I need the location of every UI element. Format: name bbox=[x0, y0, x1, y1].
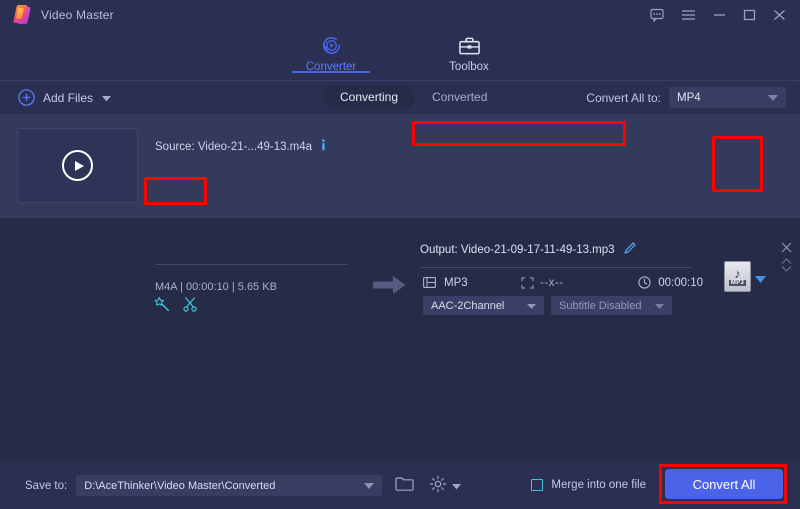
subtitle-value: Subtitle Disabled bbox=[559, 299, 642, 312]
chevron-down-icon[interactable] bbox=[452, 479, 462, 493]
output-block: Output: Video-21-09-17-11-49-13.mp3 bbox=[420, 241, 637, 258]
save-to-group: Save to: D:\AceThinker\Video Master\Conv… bbox=[25, 475, 462, 496]
output-format-row: MP3 --x-- 00:00:10 bbox=[423, 276, 703, 289]
toolbox-icon bbox=[458, 34, 481, 57]
chevron-down-icon[interactable] bbox=[102, 91, 112, 105]
source-edit-tools bbox=[149, 294, 209, 317]
output-resolution-value: --x-- bbox=[540, 276, 564, 289]
chevron-down-icon bbox=[645, 300, 664, 312]
app-window: Video Master Converter Toolbox Add Files… bbox=[0, 0, 800, 509]
output-format-badge-label: MP3 bbox=[728, 279, 747, 286]
converter-icon bbox=[320, 34, 343, 57]
title-bar: Video Master bbox=[0, 0, 800, 30]
merge-into-one-file-option[interactable]: Merge into one file bbox=[531, 479, 646, 491]
convert-all-to-label: Convert All to: bbox=[586, 90, 661, 105]
chevron-down-icon bbox=[517, 300, 536, 312]
segment-converted[interactable]: Converted bbox=[415, 85, 504, 109]
music-note-icon: ♪ bbox=[734, 265, 741, 281]
save-to-path-input[interactable]: D:\AceThinker\Video Master\Converted bbox=[76, 475, 383, 496]
source-block: Source: Video-21-...49-13.m4a bbox=[155, 139, 355, 154]
feedback-icon[interactable] bbox=[650, 8, 664, 23]
toolbar: Add Files Converting Converted Convert A… bbox=[0, 81, 800, 114]
convert-all-to: Convert All to: MP4 bbox=[586, 87, 786, 108]
resolution-icon bbox=[521, 276, 534, 289]
menu-icon[interactable] bbox=[681, 9, 696, 21]
source-meta: M4A | 00:00:10 | 5.65 KB bbox=[155, 281, 277, 293]
magic-edit-icon[interactable] bbox=[154, 296, 170, 315]
output-duration-value: 00:00:10 bbox=[658, 276, 703, 289]
remove-file-icon[interactable] bbox=[781, 242, 792, 256]
play-icon[interactable] bbox=[62, 150, 93, 181]
minimize-icon[interactable] bbox=[713, 9, 726, 21]
gear-icon[interactable] bbox=[429, 475, 447, 496]
output-format-badge-button[interactable]: ♪ MP3 bbox=[724, 261, 751, 292]
window-controls bbox=[650, 8, 786, 23]
tab-toolbox[interactable]: Toolbox bbox=[421, 30, 517, 73]
tab-toolbox-label: Toolbox bbox=[449, 61, 489, 73]
merge-label: Merge into one file bbox=[551, 479, 646, 491]
source-divider bbox=[155, 264, 347, 265]
segment-converting[interactable]: Converting bbox=[323, 85, 416, 109]
trim-scissors-icon[interactable] bbox=[182, 296, 198, 315]
add-files-label: Add Files bbox=[43, 90, 94, 105]
clock-icon bbox=[638, 276, 651, 289]
app-title: Video Master bbox=[41, 8, 114, 22]
output-filename: Output: Video-21-09-17-11-49-13.mp3 bbox=[420, 243, 615, 256]
maximize-icon[interactable] bbox=[743, 9, 756, 21]
audio-channel-select[interactable]: AAC-2Channel bbox=[423, 296, 544, 315]
conversion-arrow-icon bbox=[373, 275, 406, 298]
tab-converter-label: Converter bbox=[305, 61, 357, 73]
expand-collapse-icon[interactable] bbox=[781, 258, 792, 275]
output-divider bbox=[421, 267, 691, 268]
add-files-button[interactable]: Add Files bbox=[18, 89, 112, 106]
merge-checkbox[interactable] bbox=[531, 479, 544, 491]
save-to-label: Save to: bbox=[25, 479, 68, 492]
chevron-down-icon bbox=[768, 92, 778, 104]
pencil-edit-icon[interactable] bbox=[623, 241, 637, 258]
convert-all-to-value: MP4 bbox=[677, 91, 701, 104]
browse-folder-icon[interactable] bbox=[395, 476, 414, 495]
subtitle-select[interactable]: Subtitle Disabled bbox=[551, 296, 672, 315]
info-icon[interactable] bbox=[319, 139, 328, 154]
audio-channel-value: AAC-2Channel bbox=[431, 299, 505, 312]
main-nav: Converter Toolbox bbox=[0, 30, 800, 81]
source-filename: Source: Video-21-...49-13.m4a bbox=[155, 140, 313, 153]
output-settings-row: AAC-2Channel Subtitle Disabled bbox=[423, 296, 672, 315]
plus-circle-icon bbox=[18, 89, 35, 106]
convert-all-button[interactable]: Convert All bbox=[665, 469, 783, 499]
tab-converter[interactable]: Converter bbox=[283, 30, 379, 73]
conversion-list: Source: Video-21-...49-13.m4a M4A | 00:0… bbox=[0, 114, 800, 461]
chevron-down-icon[interactable] bbox=[364, 480, 375, 492]
output-format-badge-chevron-icon[interactable] bbox=[755, 272, 766, 286]
app-logo-icon bbox=[12, 5, 31, 25]
film-icon bbox=[423, 277, 436, 288]
close-icon[interactable] bbox=[773, 9, 786, 21]
convert-all-to-select[interactable]: MP4 bbox=[669, 87, 786, 108]
status-filter-segments: Converting Converted bbox=[323, 85, 504, 109]
output-format-value: MP3 bbox=[444, 276, 468, 289]
save-to-path-value: D:\AceThinker\Video Master\Converted bbox=[84, 479, 276, 492]
settings-group bbox=[429, 475, 462, 496]
video-thumbnail[interactable] bbox=[17, 128, 138, 203]
file-row: Source: Video-21-...49-13.m4a M4A | 00:0… bbox=[0, 114, 800, 315]
